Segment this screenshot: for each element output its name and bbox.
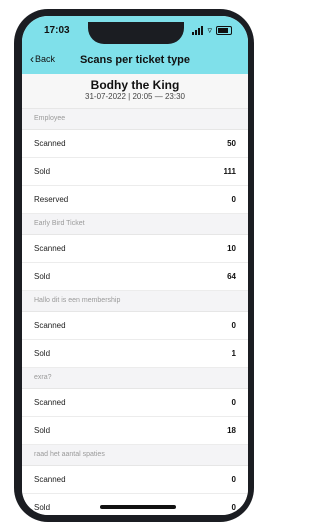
row-value: 0 xyxy=(231,195,236,204)
row-value: 111 xyxy=(223,167,236,176)
section-header: Hallo dit is een membership xyxy=(22,291,248,312)
header-bar: 17:03 ▿ ‹ Back Scans per ticket type xyxy=(22,16,248,74)
row-label: Sold xyxy=(34,503,51,512)
ticket-type-section: Employee Scanned 50 Sold 111 Reserved 0 xyxy=(22,109,248,214)
event-date: 31-07-2022 | 20:05 — 23:30 xyxy=(85,92,185,101)
table-row: Scanned 50 xyxy=(22,130,248,158)
row-label: Scanned xyxy=(34,398,66,407)
camera-notch xyxy=(88,22,184,44)
row-value: 18 xyxy=(227,426,236,435)
event-info: Bodhy the King 31-07-2022 | 20:05 — 23:3… xyxy=(22,74,248,109)
nav-bar: ‹ Back Scans per ticket type xyxy=(22,52,248,68)
row-value: 50 xyxy=(227,139,236,148)
section-header: raad het aantal spaties xyxy=(22,445,248,466)
ticket-type-section: Hallo dit is een membership Scanned 0 Sol… xyxy=(22,291,248,368)
table-row: Scanned 10 xyxy=(22,235,248,263)
row-label: Scanned xyxy=(34,321,66,330)
table-row: Sold 18 xyxy=(22,417,248,445)
status-icons: ▿ xyxy=(192,26,232,35)
row-label: Sold xyxy=(34,167,51,176)
table-row: Scanned 0 xyxy=(22,389,248,417)
app-screen: 17:03 ▿ ‹ Back Scans per ticket type Bod… xyxy=(22,16,248,515)
row-label: Scanned xyxy=(34,139,66,148)
section-header: Employee xyxy=(22,109,248,130)
table-row: Scanned 0 xyxy=(22,466,248,494)
row-label: Sold xyxy=(34,349,51,358)
row-label: Scanned xyxy=(34,475,66,484)
row-value: 0 xyxy=(231,475,236,484)
table-row: Sold 64 xyxy=(22,263,248,291)
row-label: Scanned xyxy=(34,244,66,253)
home-indicator[interactable] xyxy=(100,505,176,509)
section-header: Early Bird Ticket xyxy=(22,214,248,235)
ticket-type-section: exra? Scanned 0 Sold 18 xyxy=(22,368,248,445)
status-time: 17:03 xyxy=(44,25,70,36)
status-bar: 17:03 ▿ xyxy=(22,22,248,44)
battery-icon xyxy=(216,26,232,35)
row-label: Sold xyxy=(34,272,51,281)
chevron-left-icon: ‹ xyxy=(30,51,34,66)
wifi-icon: ▿ xyxy=(207,25,212,35)
signal-icon xyxy=(192,26,204,35)
row-label: Sold xyxy=(34,426,51,435)
event-name: Bodhy the King xyxy=(90,78,180,92)
back-button[interactable]: ‹ Back xyxy=(30,51,56,66)
page-title: Scans per ticket type xyxy=(79,54,191,66)
row-value: 64 xyxy=(227,272,236,281)
table-row: Sold 1 xyxy=(22,340,248,368)
table-row: Scanned 0 xyxy=(22,312,248,340)
row-value: 10 xyxy=(227,244,236,253)
row-value: 1 xyxy=(231,349,236,358)
ticket-type-section: Early Bird Ticket Scanned 10 Sold 64 xyxy=(22,214,248,291)
section-header: exra? xyxy=(22,368,248,389)
row-value: 0 xyxy=(231,321,236,330)
row-value: 0 xyxy=(231,398,236,407)
back-label: Back xyxy=(35,54,56,64)
table-row: Reserved 0 xyxy=(22,186,248,214)
table-row: Sold 111 xyxy=(22,158,248,186)
row-label: Reserved xyxy=(34,195,69,204)
